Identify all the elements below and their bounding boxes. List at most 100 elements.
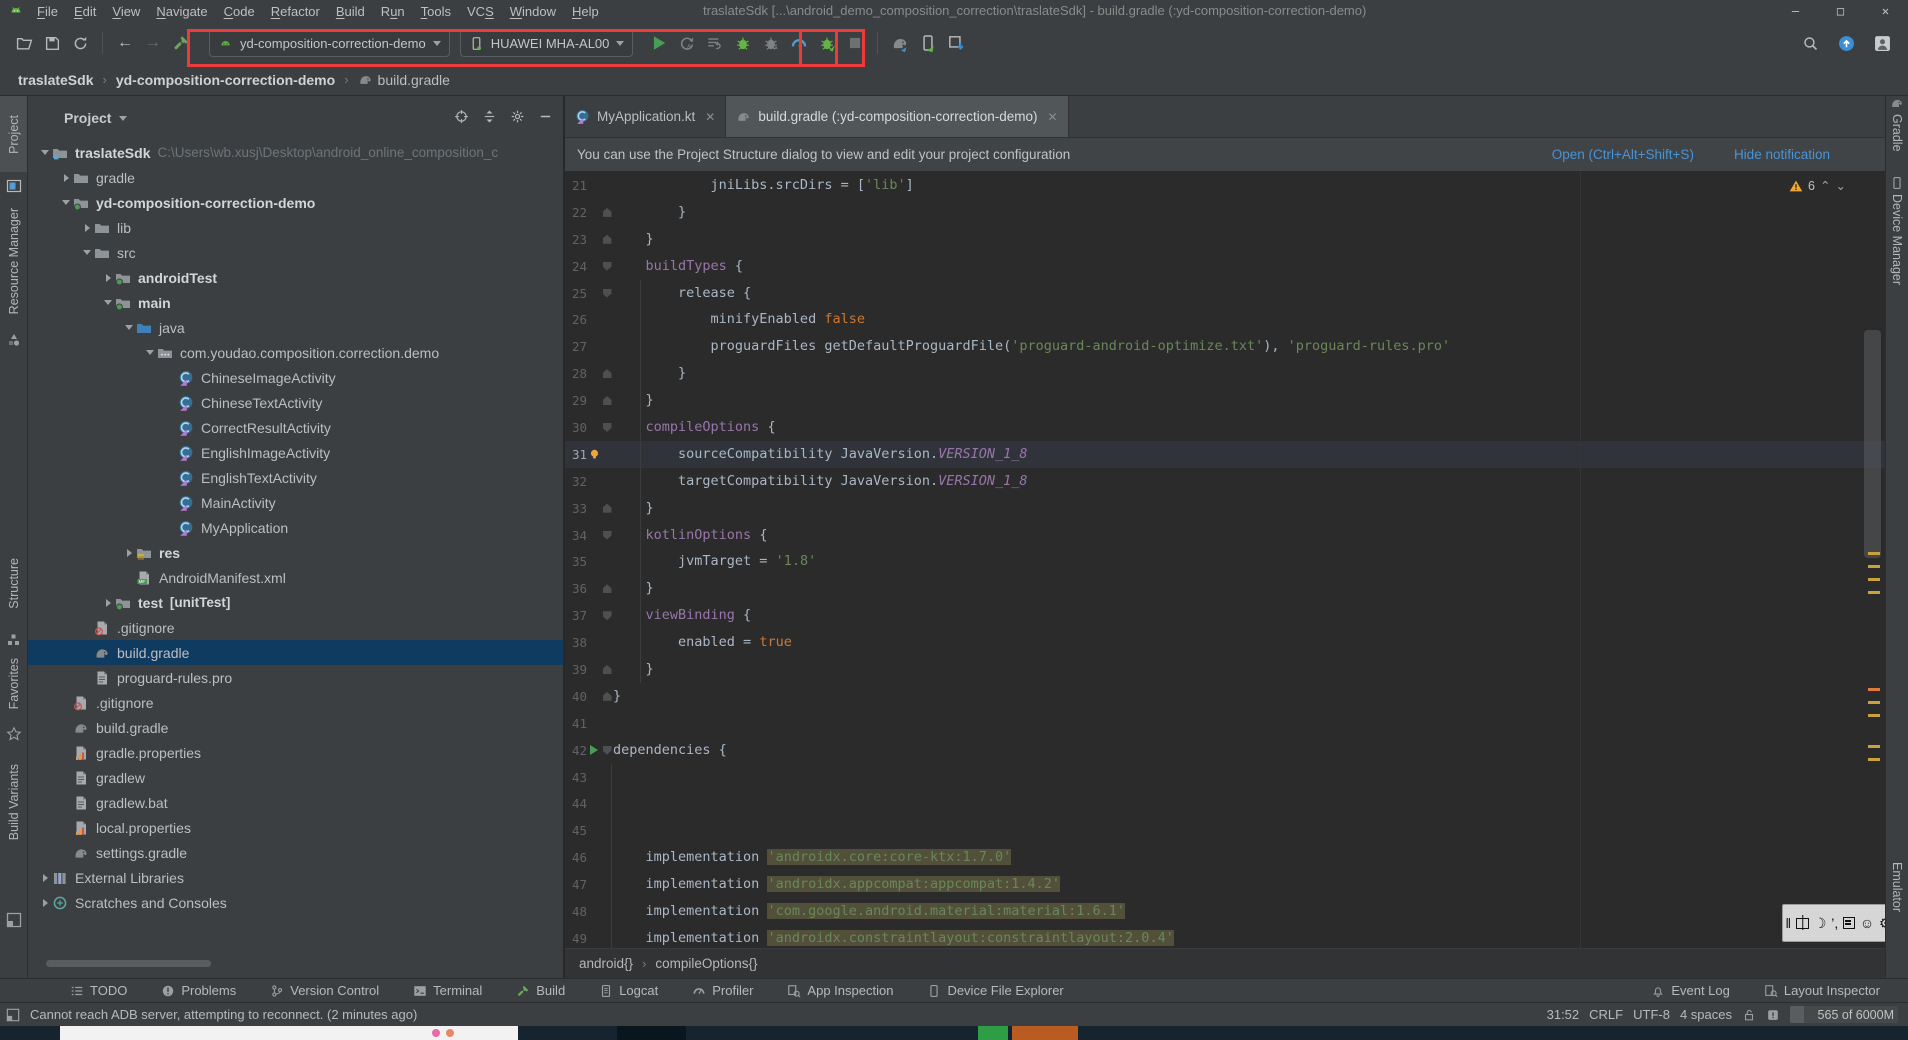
tree-item-test[interactable]: test[unitTest]: [28, 590, 565, 615]
chevron-right-icon[interactable]: [64, 174, 69, 182]
menu-vcs[interactable]: VCS: [460, 2, 501, 21]
fold-marker-icon[interactable]: [603, 396, 612, 405]
breadcrumb-segment[interactable]: yd-composition-correction-demo: [116, 72, 335, 88]
tree-item-settings-gradle[interactable]: settings.gradle: [28, 840, 565, 865]
editor-scrollbar[interactable]: [1864, 330, 1881, 558]
tree-item-androidtest[interactable]: androidTest: [28, 265, 565, 290]
collapse-all-button[interactable]: [482, 109, 497, 127]
fold-marker-icon[interactable]: [603, 746, 612, 755]
tree-item-correctresultactivity[interactable]: CorrectResultActivity: [28, 415, 565, 440]
tree-item-main[interactable]: main: [28, 290, 565, 315]
menu-edit[interactable]: Edit: [67, 2, 103, 21]
right-strip-item-gradle[interactable]: Gradle: [1886, 96, 1908, 166]
fold-marker-icon[interactable]: [603, 665, 612, 674]
indent-setting[interactable]: 4 spaces: [1680, 1007, 1732, 1022]
sidebar-item-favorites[interactable]: Favorites: [0, 648, 27, 720]
horizontal-scrollbar[interactable]: [46, 960, 211, 967]
breadcrumb-segment[interactable]: traslateSdk: [18, 72, 93, 88]
prev-warning-icon[interactable]: ⌃: [1820, 178, 1830, 193]
tree-item-mainactivity[interactable]: MainActivity: [28, 490, 565, 515]
fold-marker-icon[interactable]: [603, 423, 612, 432]
close-button[interactable]: ✕: [1863, 0, 1908, 22]
run-line-icon[interactable]: [590, 745, 598, 755]
close-icon[interactable]: ✕: [1047, 110, 1057, 124]
menu-build[interactable]: Build: [329, 2, 372, 21]
chevron-down-icon[interactable]: [146, 350, 154, 355]
inspection-widget[interactable]: 6 ⌃ ⌄: [1789, 178, 1846, 193]
sidebar-item-project[interactable]: Project: [0, 96, 27, 172]
sdk-manager-button[interactable]: [942, 30, 970, 56]
menu-refactor[interactable]: Refactor: [264, 2, 327, 21]
ime-glyph[interactable]: ☺: [1860, 915, 1874, 931]
maximize-button[interactable]: □: [1818, 0, 1863, 22]
chevron-right-icon[interactable]: [43, 899, 48, 907]
tool-window-switcher-icon[interactable]: [6, 1008, 20, 1022]
ide-update-button[interactable]: [1832, 30, 1860, 56]
sidebar-item-resource-manager[interactable]: Resource Manager: [0, 196, 27, 326]
tree-item-com-youdao-composition-correction-demo[interactable]: com.youdao.composition.correction.demo: [28, 340, 565, 365]
tree-item-build-gradle[interactable]: build.gradle: [28, 715, 565, 740]
chevron-right-icon[interactable]: [106, 274, 111, 282]
tree-item-androidmanifest-xml[interactable]: MFAndroidManifest.xml: [28, 565, 565, 590]
sidebar-item-build-variants[interactable]: Build Variants: [0, 752, 27, 852]
tree-item-chinesetextactivity[interactable]: ChineseTextActivity: [28, 390, 565, 415]
fold-marker-icon[interactable]: [603, 208, 612, 217]
project-panel-title[interactable]: Project: [64, 110, 111, 126]
chevron-down-icon[interactable]: [62, 200, 70, 205]
lock-icon[interactable]: [1742, 1008, 1756, 1022]
fold-marker-icon[interactable]: [603, 611, 612, 620]
open-project-structure-link[interactable]: Open (Ctrl+Alt+Shift+S): [1552, 147, 1694, 162]
ime-glyph[interactable]: ’,: [1831, 915, 1838, 931]
sidebar-item-structure[interactable]: Structure: [0, 540, 27, 626]
ime-simplified-icon[interactable]: [1843, 917, 1855, 929]
menu-help[interactable]: Help: [565, 2, 606, 21]
chevron-down-icon[interactable]: [41, 150, 49, 155]
tree-item-gradle[interactable]: gradle: [28, 165, 565, 190]
toolwindow-terminal[interactable]: Terminal: [413, 983, 482, 998]
editor-breadcrumb-segment[interactable]: compileOptions{}: [655, 956, 757, 971]
tree-item-src[interactable]: src: [28, 240, 565, 265]
avatar-button[interactable]: [1868, 30, 1896, 56]
search-everywhere-button[interactable]: [1796, 30, 1824, 56]
minimize-button[interactable]: —: [1773, 0, 1818, 22]
open-project-button[interactable]: [10, 30, 38, 56]
tree-item--gitignore[interactable]: .gitignore: [28, 690, 565, 715]
menu-tools[interactable]: Tools: [414, 2, 458, 21]
toolwindow-event-log[interactable]: Event Log: [1651, 983, 1730, 998]
fold-marker-icon[interactable]: [603, 504, 612, 513]
tree-item-yd-composition-correction-demo[interactable]: yd-composition-correction-demo: [28, 190, 565, 215]
tree-item-englishtextactivity[interactable]: EnglishTextActivity: [28, 465, 565, 490]
fold-marker-icon[interactable]: [603, 262, 612, 271]
tree-item--gitignore[interactable]: .gitignore: [28, 615, 565, 640]
chevron-right-icon[interactable]: [85, 224, 90, 232]
toolwindow-profiler[interactable]: Profiler: [692, 983, 753, 998]
toolwindow-problems[interactable]: Problems: [161, 983, 236, 998]
tree-item-traslatesdk[interactable]: traslateSdkC:\Users\wb.xusj\Desktop\andr…: [28, 140, 565, 165]
forward-button[interactable]: →: [139, 30, 167, 56]
tree-item-gradle-properties[interactable]: gradle.properties: [28, 740, 565, 765]
tree-item-build-gradle[interactable]: build.gradle: [28, 640, 565, 665]
fold-marker-icon[interactable]: [603, 692, 612, 701]
hide-notification-link[interactable]: Hide notification: [1734, 147, 1830, 162]
chevron-down-icon[interactable]: [83, 250, 91, 255]
tree-item-external-libraries[interactable]: External Libraries: [28, 865, 565, 890]
tab-build.gradle[interactable]: build.gradle (:yd-composition-correction…: [726, 96, 1068, 137]
tree-item-gradlew-bat[interactable]: gradlew.bat: [28, 790, 565, 815]
toolwindow-logcat[interactable]: Logcat: [599, 983, 658, 998]
right-strip-item-emulator[interactable]: Emulator: [1886, 862, 1908, 980]
breadcrumb-segment[interactable]: build.gradle: [358, 72, 450, 88]
fold-marker-icon[interactable]: [603, 289, 612, 298]
toolwindow-todo[interactable]: TODO: [70, 983, 127, 998]
next-warning-icon[interactable]: ⌄: [1835, 178, 1845, 193]
toolwindow-version-control[interactable]: Version Control: [270, 983, 379, 998]
tree-item-gradlew[interactable]: gradlew: [28, 765, 565, 790]
menu-file[interactable]: File: [30, 2, 65, 21]
ime-language-bar[interactable]: ‖☽’,☺⚙: [1782, 904, 1895, 942]
memory-indicator[interactable]: 565 of 6000M: [1790, 1006, 1898, 1023]
fold-marker-icon[interactable]: [603, 584, 612, 593]
fold-marker-icon[interactable]: [603, 531, 612, 540]
toolwindow-device-file-explorer[interactable]: Device File Explorer: [927, 983, 1063, 998]
fold-marker-icon[interactable]: [603, 369, 612, 378]
locate-target-button[interactable]: [454, 109, 469, 127]
editor-breadcrumb-segment[interactable]: android{}: [579, 956, 633, 971]
